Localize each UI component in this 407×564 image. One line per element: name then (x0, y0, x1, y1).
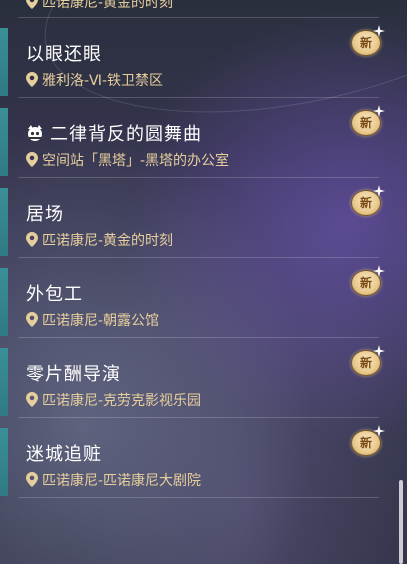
accent-bar (0, 348, 8, 416)
quest-list: 匹诺康尼-黄金的时刻 以眼还眼 雅利洛-Ⅵ-铁卫禁区 新 二律背反的圆舞曲 空间… (0, 0, 407, 498)
sparkle-icon (373, 25, 385, 37)
location-pin-icon (26, 472, 38, 487)
new-badge: 新 (349, 425, 385, 456)
location-pin-icon (26, 72, 38, 87)
quest-location: 匹诺康尼-朝露公馆 (26, 310, 159, 330)
sparkle-icon (373, 265, 385, 277)
location-pin-icon (26, 232, 38, 247)
quest-title: 居场 (26, 204, 64, 225)
location-pin-icon (26, 152, 38, 167)
scrollbar-thumb[interactable] (399, 480, 403, 564)
sparkle-icon (373, 425, 385, 437)
accent-bar (0, 188, 8, 256)
location-pin-icon (26, 312, 38, 327)
divider (18, 497, 379, 498)
pom-pom-icon (28, 125, 42, 141)
quest-item[interactable]: 零片酬导演 匹诺康尼-克劳克影视乐园 新 (0, 338, 407, 418)
sparkle-icon (373, 345, 385, 357)
new-badge: 新 (349, 345, 385, 376)
location-pin-icon (26, 392, 38, 407)
quest-list-panel: 匹诺康尼-黄金的时刻 以眼还眼 雅利洛-Ⅵ-铁卫禁区 新 二律背反的圆舞曲 空间… (0, 0, 407, 564)
sparkle-icon (373, 185, 385, 197)
new-badge: 新 (349, 25, 385, 56)
quest-item[interactable]: 外包工 匹诺康尼-朝露公馆 新 (0, 258, 407, 338)
quest-title: 迷城追赃 (26, 444, 102, 465)
location-pin-icon (26, 0, 38, 9)
new-badge: 新 (349, 105, 385, 136)
quest-item[interactable]: 居场 匹诺康尼-黄金的时刻 新 (0, 178, 407, 258)
quest-title: 零片酬导演 (26, 364, 121, 385)
quest-location: 雅利洛-Ⅵ-铁卫禁区 (26, 70, 163, 90)
accent-bar (0, 268, 8, 336)
quest-location: 匹诺康尼-克劳克影视乐园 (26, 390, 201, 410)
quest-location: 匹诺康尼-黄金的时刻 (26, 0, 173, 12)
accent-bar (0, 428, 8, 496)
accent-bar (0, 28, 8, 96)
new-badge: 新 (349, 265, 385, 296)
quest-location: 空间站「黑塔」-黑塔的办公室 (26, 150, 229, 170)
quest-location: 匹诺康尼-匹诺康尼大剧院 (26, 470, 201, 490)
quest-item[interactable]: 迷城追赃 匹诺康尼-匹诺康尼大剧院 新 (0, 418, 407, 498)
quest-title: 以眼还眼 (26, 44, 102, 65)
quest-item[interactable]: 以眼还眼 雅利洛-Ⅵ-铁卫禁区 新 (0, 18, 407, 98)
quest-title: 外包工 (26, 284, 83, 305)
quest-item[interactable]: 二律背反的圆舞曲 空间站「黑塔」-黑塔的办公室 新 (0, 98, 407, 178)
accent-bar (0, 108, 8, 176)
quest-title: 二律背反的圆舞曲 (26, 120, 202, 146)
sparkle-icon (373, 105, 385, 117)
quest-item[interactable]: 匹诺康尼-黄金的时刻 (0, 0, 407, 18)
quest-location: 匹诺康尼-黄金的时刻 (26, 230, 173, 250)
new-badge: 新 (349, 185, 385, 216)
